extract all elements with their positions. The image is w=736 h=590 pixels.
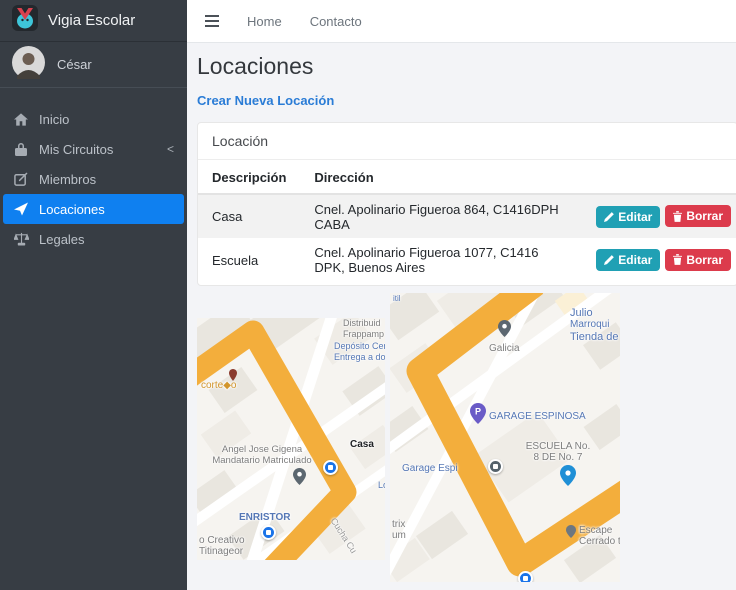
map-label: Escape: [579, 525, 613, 536]
map-label: um: [392, 530, 406, 541]
map-escuela[interactable]: itil Galicia Julio Marroqui Tienda de e …: [390, 293, 620, 582]
map-label: Entrega a dom: [334, 352, 385, 362]
trash-icon: [673, 210, 683, 222]
map-label: Tienda de e: [570, 331, 620, 343]
sidebar-item-legales[interactable]: Legales: [3, 224, 184, 254]
poi-marker-icon[interactable]: [261, 525, 276, 540]
avatar: [12, 45, 45, 84]
map-label-poi: ENRISTOR: [239, 512, 291, 523]
table-row: Casa Cnel. Apolinario Figueroa 864, C141…: [198, 194, 736, 238]
map-pin-icon[interactable]: [566, 525, 576, 543]
edit-button[interactable]: Editar: [596, 205, 661, 228]
map-label: Frappamp: [343, 329, 385, 339]
sidebar-item-label: Locaciones: [39, 201, 105, 217]
sidebar-item-locaciones[interactable]: Locaciones: [3, 194, 184, 224]
sidebar: Vigia Escolar César Inicio Mis Circuitos…: [0, 0, 187, 590]
cell-direccion: Cnel. Apolinario Figueroa 864, C1416DPH …: [314, 201, 559, 232]
column-actions: [577, 160, 736, 195]
topbar-link-contacto[interactable]: Contacto: [310, 14, 362, 29]
map-label-poi: Marroqui: [570, 319, 610, 330]
map-label-poi: GARAGE ESPINOSA: [489, 411, 586, 422]
column-descripcion: Descripción: [198, 160, 301, 195]
sidebar-item-label: Legales: [39, 231, 85, 247]
svg-text:P: P: [475, 407, 481, 417]
edit-button[interactable]: Editar: [596, 249, 661, 272]
user-name: César: [57, 57, 92, 72]
cell-direccion: Cnel. Apolinario Figueroa 1077, C1416 DP…: [314, 245, 539, 275]
user-panel[interactable]: César: [0, 42, 187, 88]
map-label: trix: [392, 519, 406, 530]
sidebar-item-inicio[interactable]: Inicio: [3, 104, 184, 134]
poi-marker-icon[interactable]: [518, 571, 533, 582]
map-label-poi: Garage Espi: [402, 463, 458, 474]
map-label: o Creativo: [199, 535, 245, 546]
delete-button[interactable]: Borrar: [665, 205, 731, 228]
map-label: Mandatario Matriculado: [212, 455, 312, 466]
table-row: Escuela Cnel. Apolinario Figueroa 1077, …: [198, 238, 736, 282]
map-label-poi: corte◆o: [201, 380, 237, 391]
sidebar-item-mis-circuitos[interactable]: Mis Circuitos <: [3, 134, 184, 164]
map-label: Distribuid: [343, 318, 381, 328]
map-casa[interactable]: Distribuid Frappamp Depósito Cer Entrega…: [197, 318, 385, 560]
map-label-casa: Casa: [350, 439, 374, 450]
trash-icon: [673, 254, 683, 266]
map-label-escuela: 8 DE No. 7: [533, 452, 583, 463]
home-marker-icon[interactable]: [323, 460, 338, 475]
map-label-escuela: ESCUELA No.: [525, 441, 591, 452]
sidebar-item-label: Inicio: [39, 111, 70, 127]
map-label: Angel Jose Gigena: [221, 444, 303, 455]
map-label: Titinageor: [199, 546, 244, 557]
column-direccion: Dirección: [300, 160, 578, 195]
edit-icon: [13, 172, 29, 186]
card-header: Locación: [198, 123, 736, 160]
map-pin-icon[interactable]: [293, 468, 306, 490]
cell-descripcion: Casa: [212, 209, 243, 224]
map-label: Cerrado te: [579, 536, 620, 547]
parking-pin-icon[interactable]: P: [470, 403, 486, 429]
topbar: Home Contacto: [187, 0, 736, 43]
map-pin-icon[interactable]: [560, 465, 576, 491]
chevron-left-icon: <: [166, 142, 174, 156]
menu-icon[interactable]: [205, 15, 219, 27]
page-title: Locaciones: [197, 53, 314, 79]
locations-table: Descripción Dirección Casa Cnel. Apolina…: [198, 160, 736, 282]
sidebar-nav: Inicio Mis Circuitos < Miembros Locacion…: [0, 104, 187, 254]
home-icon: [13, 112, 29, 126]
map-label: Lo: [378, 480, 385, 490]
sidebar-item-label: Miembros: [39, 171, 97, 187]
lock-icon: [13, 142, 29, 156]
app-logo-icon: [12, 5, 38, 36]
delete-button[interactable]: Borrar: [665, 248, 731, 271]
sidebar-item-miembros[interactable]: Miembros: [3, 164, 184, 194]
sidebar-item-label: Mis Circuitos: [39, 141, 114, 157]
brand[interactable]: Vigia Escolar: [0, 0, 187, 42]
poi-marker-icon[interactable]: [488, 459, 503, 474]
map-pin-icon[interactable]: [498, 320, 511, 342]
map-label: itil: [393, 294, 401, 303]
map-label-poi: Depósito Cer: [334, 341, 385, 351]
main-content: Locaciones Crear Nueva Locación Locación…: [187, 43, 736, 590]
cell-descripcion: Escuela: [212, 252, 259, 268]
table-header-row: Descripción Dirección: [198, 160, 736, 195]
send-icon: [13, 202, 29, 216]
create-location-link[interactable]: Crear Nueva Locación: [197, 93, 334, 108]
pencil-icon: [604, 255, 615, 266]
map-label: Galicia: [489, 343, 520, 354]
pencil-icon: [604, 211, 615, 222]
topbar-link-home[interactable]: Home: [247, 14, 282, 29]
scales-icon: [13, 232, 29, 246]
map-label-poi: Julio: [570, 307, 593, 319]
brand-name: Vigia Escolar: [48, 12, 136, 29]
locations-card: Locación Descripción Dirección Casa Cnel…: [197, 122, 736, 286]
